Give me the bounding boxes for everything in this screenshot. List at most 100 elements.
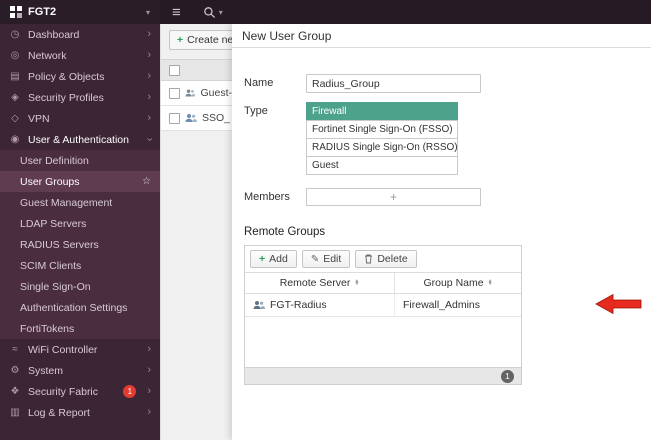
- group-name-cell: Firewall_Admins: [395, 294, 521, 316]
- delete-button[interactable]: Delete: [355, 250, 416, 268]
- chevron-down-icon: ▾: [219, 8, 223, 17]
- chevron-right-icon: ›: [147, 344, 151, 355]
- chevron-right-icon: ›: [147, 29, 151, 40]
- sidebar-item-radius-servers[interactable]: RADIUS Servers: [0, 234, 160, 255]
- trash-icon: [364, 254, 373, 264]
- type-listbox: Firewall Fortinet Single Sign-On (FSSO) …: [306, 102, 458, 175]
- network-icon: ◎: [9, 50, 21, 61]
- sidebar-item-authentication-settings[interactable]: Authentication Settings: [0, 297, 160, 318]
- device-selector[interactable]: FGT2 ▾: [0, 0, 160, 24]
- chevron-right-icon: ›: [147, 113, 151, 124]
- log-report-icon: ▥: [9, 407, 21, 418]
- remote-groups-toolbar: +Add ✎Edit Delete: [245, 246, 521, 272]
- sort-icon: ▲▼: [488, 280, 493, 286]
- vpn-icon: ◇: [9, 113, 21, 124]
- remote-groups-title: Remote Groups: [244, 226, 639, 238]
- type-row: Type Firewall Fortinet Single Sign-On (F…: [244, 102, 639, 175]
- edit-button[interactable]: ✎Edit: [302, 250, 350, 268]
- chevron-right-icon: ›: [147, 92, 151, 103]
- remote-groups-table-header: Remote Server▲▼ Group Name▲▼: [245, 272, 521, 294]
- sidebar-item-user-definition[interactable]: User Definition: [0, 150, 160, 171]
- chevron-right-icon: ›: [147, 407, 151, 418]
- remote-server-cell: FGT-Radius: [245, 294, 395, 316]
- members-field[interactable]: +: [306, 188, 481, 206]
- table-row[interactable]: FGT-Radius Firewall_Admins: [245, 294, 521, 317]
- panel-title: New User Group: [232, 24, 651, 48]
- name-label: Name: [244, 74, 306, 93]
- add-member-button[interactable]: +: [390, 191, 397, 203]
- sidebar-item-vpn[interactable]: ◇VPN›: [0, 108, 160, 129]
- security-fabric-icon: ❖: [9, 386, 21, 397]
- topbar: FGT2 ▾ ≡ ▾: [0, 0, 651, 24]
- members-label: Members: [244, 188, 306, 206]
- panel-body: Name Type Firewall Fortinet Single Sign-…: [232, 48, 651, 385]
- plus-icon: +: [259, 253, 265, 265]
- sidebar-item-user-groups[interactable]: User Groups☆: [0, 171, 160, 192]
- list-item[interactable]: Guest-: [161, 81, 240, 106]
- list-header: [161, 59, 240, 81]
- menu-toggle-icon[interactable]: ≡: [172, 4, 181, 21]
- sidebar-item-security-fabric[interactable]: ❖Security Fabric1›: [0, 381, 160, 402]
- column-header-remote-server[interactable]: Remote Server▲▼: [245, 273, 395, 293]
- gear-icon: ⚙: [9, 365, 21, 376]
- type-option-rsso[interactable]: RADIUS Single Sign-On (RSSO): [306, 138, 458, 157]
- members-row: Members +: [244, 188, 639, 206]
- fortigate-screen: FGT2 ▾ ≡ ▾ ◷Dashboard› ◎Network› ▤Policy…: [0, 0, 651, 440]
- table-footer: 1: [245, 367, 521, 384]
- sort-icon: ▲▼: [354, 280, 359, 286]
- type-label: Type: [244, 102, 306, 175]
- name-row: Name: [244, 74, 639, 93]
- user-group-icon: [185, 88, 195, 98]
- policy-icon: ▤: [9, 71, 21, 82]
- sidebar-item-network[interactable]: ◎Network›: [0, 45, 160, 66]
- plus-icon: +: [177, 34, 183, 46]
- list-item[interactable]: SSO_: [161, 106, 240, 131]
- type-option-guest[interactable]: Guest: [306, 156, 458, 175]
- search-icon: [203, 6, 216, 19]
- edit-pencil-icon: ✎: [311, 254, 319, 265]
- new-user-group-panel: New User Group Name Type Firewall Fortin…: [232, 24, 651, 440]
- sidebar-item-system[interactable]: ⚙System›: [0, 360, 160, 381]
- create-new-button[interactable]: +Create new: [169, 30, 240, 50]
- row-checkbox[interactable]: [169, 113, 180, 124]
- user-icon: ◉: [9, 134, 21, 145]
- chevron-right-icon: ›: [147, 386, 151, 397]
- type-option-firewall[interactable]: Firewall: [306, 102, 458, 121]
- column-header-group-name[interactable]: Group Name▲▼: [395, 273, 521, 293]
- sidebar-item-log-report[interactable]: ▥Log & Report›: [0, 402, 160, 423]
- remote-user-icon: [253, 300, 265, 310]
- sidebar-item-user-authentication[interactable]: ◉User & Authentication›: [0, 129, 160, 150]
- security-profiles-icon: ◈: [9, 92, 21, 103]
- sidebar-item-security-profiles[interactable]: ◈Security Profiles›: [0, 87, 160, 108]
- notification-badge: 1: [123, 385, 136, 398]
- sidebar-item-single-sign-on[interactable]: Single Sign-On: [0, 276, 160, 297]
- favorite-star-icon[interactable]: ☆: [142, 176, 151, 187]
- type-option-fsso[interactable]: Fortinet Single Sign-On (FSSO): [306, 120, 458, 139]
- chevron-down-icon: ▾: [146, 8, 150, 17]
- page-number-badge[interactable]: 1: [501, 370, 514, 383]
- sidebar-item-wifi-controller[interactable]: ≈WiFi Controller›: [0, 339, 160, 360]
- select-all-checkbox[interactable]: [169, 65, 180, 76]
- row-checkbox[interactable]: [169, 88, 180, 99]
- sidebar-item-dashboard[interactable]: ◷Dashboard›: [0, 24, 160, 45]
- sidebar-nav: ◷Dashboard› ◎Network› ▤Policy & Objects›…: [0, 24, 160, 440]
- sidebar-item-policy-objects[interactable]: ▤Policy & Objects›: [0, 66, 160, 87]
- sso-group-icon: [185, 113, 197, 123]
- sidebar-item-ldap-servers[interactable]: LDAP Servers: [0, 213, 160, 234]
- annotation-arrow: [595, 292, 643, 316]
- sidebar-item-guest-management[interactable]: Guest Management: [0, 192, 160, 213]
- wifi-icon: ≈: [9, 344, 21, 355]
- chevron-right-icon: ›: [147, 365, 151, 376]
- device-name: FGT2: [28, 6, 56, 18]
- chevron-right-icon: ›: [147, 71, 151, 82]
- fortinet-logo-icon: [10, 6, 22, 18]
- search-button[interactable]: ▾: [203, 6, 223, 19]
- chevron-down-icon: ›: [144, 138, 155, 142]
- sidebar-item-scim-clients[interactable]: SCIM Clients: [0, 255, 160, 276]
- name-input[interactable]: [306, 74, 481, 93]
- dashboard-icon: ◷: [9, 29, 21, 40]
- sidebar-item-fortitokens[interactable]: FortiTokens: [0, 318, 160, 339]
- remote-groups-box: +Add ✎Edit Delete Remote Server▲▼ Group …: [244, 245, 522, 385]
- add-button[interactable]: +Add: [250, 250, 297, 268]
- chevron-right-icon: ›: [147, 50, 151, 61]
